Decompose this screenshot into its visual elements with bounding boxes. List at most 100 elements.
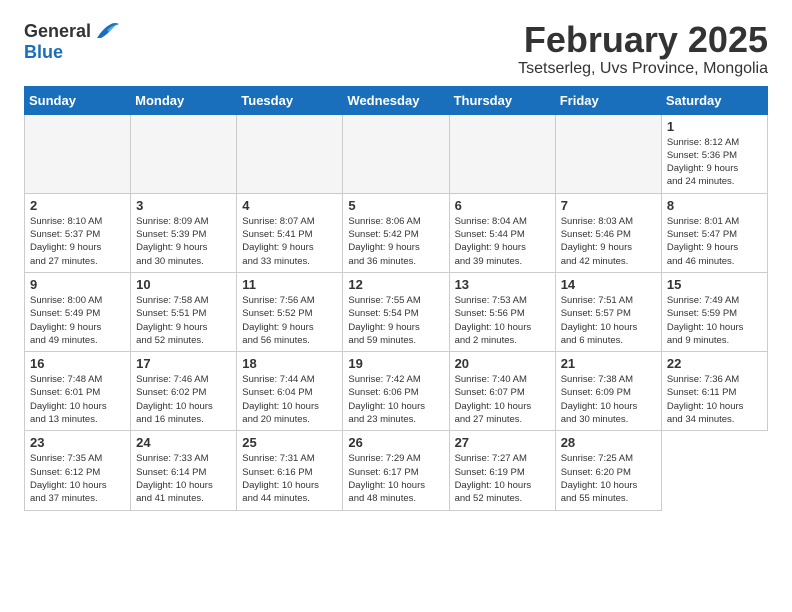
calendar-day-24: 24 Sunrise: 7:33 AM Sunset: 6:14 PM Dayli… (131, 431, 237, 510)
calendar-day-8: 8Sunrise: 8:01 AM Sunset: 5:47 PM Daylig… (661, 193, 767, 272)
calendar-day-empty (237, 114, 343, 193)
weekday-header-sunday: Sunday (25, 86, 131, 114)
calendar-day-empty (343, 114, 449, 193)
day-info: Sunrise: 7:31 AM Sunset: 6:16 PM Dayligh… (242, 452, 337, 505)
calendar-day-13: 13 Sunrise: 7:53 AM Sunset: 5:56 PM Dayli… (449, 272, 555, 351)
calendar-day-12: 12 Sunrise: 7:55 AM Sunset: 5:54 PM Dayli… (343, 272, 449, 351)
day-info: Sunrise: 7:29 AM Sunset: 6:17 PM Dayligh… (348, 452, 443, 505)
calendar-day-21: 21 Sunrise: 7:38 AM Sunset: 6:09 PM Dayli… (555, 352, 661, 431)
page-header: General Blue February 2025 Tsetserleg, U… (24, 20, 768, 78)
day-number: 25 (242, 435, 337, 450)
day-number: 18 (242, 356, 337, 371)
calendar-day-7: 7 Sunrise: 8:03 AM Sunset: 5:46 PM Daylig… (555, 193, 661, 272)
logo: General Blue (24, 20, 121, 63)
calendar-week-row: 16 Sunrise: 7:48 AM Sunset: 6:01 PM Dayli… (25, 352, 768, 431)
day-info: Sunrise: 7:56 AM Sunset: 5:52 PM Dayligh… (242, 294, 337, 347)
weekday-header-thursday: Thursday (449, 86, 555, 114)
day-number: 27 (455, 435, 550, 450)
calendar-day-15: 15 Sunrise: 7:49 AM Sunset: 5:59 PM Dayli… (661, 272, 767, 351)
calendar-header-row: SundayMondayTuesdayWednesdayThursdayFrid… (25, 86, 768, 114)
calendar-day-3: 3Sunrise: 8:09 AM Sunset: 5:39 PM Daylig… (131, 193, 237, 272)
day-info: Sunrise: 7:25 AM Sunset: 6:20 PM Dayligh… (561, 452, 656, 505)
day-info: Sunrise: 7:51 AM Sunset: 5:57 PM Dayligh… (561, 294, 656, 347)
calendar-day-20: 20 Sunrise: 7:40 AM Sunset: 6:07 PM Dayli… (449, 352, 555, 431)
day-info: Sunrise: 7:35 AM Sunset: 6:12 PM Dayligh… (30, 452, 125, 505)
day-number: 16 (30, 356, 125, 371)
day-info: Sunrise: 8:04 AM Sunset: 5:44 PM Dayligh… (455, 215, 550, 268)
day-number: 17 (136, 356, 231, 371)
day-info: Sunrise: 7:40 AM Sunset: 6:07 PM Dayligh… (455, 373, 550, 426)
day-number: 14 (561, 277, 656, 292)
day-info: Sunrise: 7:33 AM Sunset: 6:14 PM Dayligh… (136, 452, 231, 505)
day-info: Sunrise: 7:36 AM Sunset: 6:11 PM Dayligh… (667, 373, 762, 426)
day-info: Sunrise: 7:55 AM Sunset: 5:54 PM Dayligh… (348, 294, 443, 347)
day-info: Sunrise: 7:53 AM Sunset: 5:56 PM Dayligh… (455, 294, 550, 347)
day-number: 21 (561, 356, 656, 371)
day-info: Sunrise: 7:27 AM Sunset: 6:19 PM Dayligh… (455, 452, 550, 505)
day-info: Sunrise: 7:58 AM Sunset: 5:51 PM Dayligh… (136, 294, 231, 347)
calendar-day-empty (25, 114, 131, 193)
day-number: 23 (30, 435, 125, 450)
calendar-day-empty (131, 114, 237, 193)
day-number: 22 (667, 356, 762, 371)
weekday-header-saturday: Saturday (661, 86, 767, 114)
day-number: 19 (348, 356, 443, 371)
calendar-week-row: 2Sunrise: 8:10 AM Sunset: 5:37 PM Daylig… (25, 193, 768, 272)
calendar-day-16: 16 Sunrise: 7:48 AM Sunset: 6:01 PM Dayli… (25, 352, 131, 431)
calendar-day-18: 18 Sunrise: 7:44 AM Sunset: 6:04 PM Dayli… (237, 352, 343, 431)
day-number: 13 (455, 277, 550, 292)
day-info: Sunrise: 8:09 AM Sunset: 5:39 PM Dayligh… (136, 215, 231, 268)
weekday-header-monday: Monday (131, 86, 237, 114)
calendar-day-14: 14 Sunrise: 7:51 AM Sunset: 5:57 PM Dayli… (555, 272, 661, 351)
calendar-table: SundayMondayTuesdayWednesdayThursdayFrid… (24, 86, 768, 511)
calendar-day-10: 10Sunrise: 7:58 AM Sunset: 5:51 PM Dayli… (131, 272, 237, 351)
logo-bird-icon (93, 20, 121, 42)
day-number: 8 (667, 198, 762, 213)
day-number: 1 (667, 119, 762, 134)
day-number: 4 (242, 198, 337, 213)
calendar-day-4: 4 Sunrise: 8:07 AM Sunset: 5:41 PM Daylig… (237, 193, 343, 272)
calendar-day-17: 17 Sunrise: 7:46 AM Sunset: 6:02 PM Dayli… (131, 352, 237, 431)
day-info: Sunrise: 7:48 AM Sunset: 6:01 PM Dayligh… (30, 373, 125, 426)
calendar-day-empty (449, 114, 555, 193)
calendar-day-19: 19 Sunrise: 7:42 AM Sunset: 6:06 PM Dayli… (343, 352, 449, 431)
calendar-week-row: 9 Sunrise: 8:00 AM Sunset: 5:49 PM Daylig… (25, 272, 768, 351)
day-number: 12 (348, 277, 443, 292)
day-number: 9 (30, 277, 125, 292)
calendar-day-5: 5Sunrise: 8:06 AM Sunset: 5:42 PM Daylig… (343, 193, 449, 272)
weekday-header-friday: Friday (555, 86, 661, 114)
calendar-day-2: 2Sunrise: 8:10 AM Sunset: 5:37 PM Daylig… (25, 193, 131, 272)
day-number: 26 (348, 435, 443, 450)
logo-blue: Blue (24, 42, 63, 62)
day-info: Sunrise: 8:00 AM Sunset: 5:49 PM Dayligh… (30, 294, 125, 347)
weekday-header-tuesday: Tuesday (237, 86, 343, 114)
day-info: Sunrise: 8:03 AM Sunset: 5:46 PM Dayligh… (561, 215, 656, 268)
day-info: Sunrise: 8:12 AM Sunset: 5:36 PM Dayligh… (667, 136, 762, 189)
calendar-day-25: 25 Sunrise: 7:31 AM Sunset: 6:16 PM Dayli… (237, 431, 343, 510)
day-number: 7 (561, 198, 656, 213)
calendar-day-9: 9 Sunrise: 8:00 AM Sunset: 5:49 PM Daylig… (25, 272, 131, 351)
location-title: Tsetserleg, Uvs Province, Mongolia (518, 60, 768, 78)
day-info: Sunrise: 8:07 AM Sunset: 5:41 PM Dayligh… (242, 215, 337, 268)
day-number: 15 (667, 277, 762, 292)
calendar-day-27: 27 Sunrise: 7:27 AM Sunset: 6:19 PM Dayli… (449, 431, 555, 510)
calendar-day-11: 11Sunrise: 7:56 AM Sunset: 5:52 PM Dayli… (237, 272, 343, 351)
day-info: Sunrise: 7:46 AM Sunset: 6:02 PM Dayligh… (136, 373, 231, 426)
day-info: Sunrise: 7:38 AM Sunset: 6:09 PM Dayligh… (561, 373, 656, 426)
day-info: Sunrise: 7:49 AM Sunset: 5:59 PM Dayligh… (667, 294, 762, 347)
calendar-day-26: 26 Sunrise: 7:29 AM Sunset: 6:17 PM Dayli… (343, 431, 449, 510)
calendar-week-row: 23 Sunrise: 7:35 AM Sunset: 6:12 PM Dayli… (25, 431, 768, 510)
calendar-body: 1 Sunrise: 8:12 AM Sunset: 5:36 PM Daylig… (25, 114, 768, 510)
day-info: Sunrise: 7:44 AM Sunset: 6:04 PM Dayligh… (242, 373, 337, 426)
day-number: 5 (348, 198, 443, 213)
day-number: 20 (455, 356, 550, 371)
day-info: Sunrise: 8:10 AM Sunset: 5:37 PM Dayligh… (30, 215, 125, 268)
day-number: 24 (136, 435, 231, 450)
calendar-day-1: 1 Sunrise: 8:12 AM Sunset: 5:36 PM Daylig… (661, 114, 767, 193)
calendar-day-empty (555, 114, 661, 193)
day-info: Sunrise: 7:42 AM Sunset: 6:06 PM Dayligh… (348, 373, 443, 426)
weekday-header-wednesday: Wednesday (343, 86, 449, 114)
month-title: February 2025 (518, 20, 768, 60)
day-number: 28 (561, 435, 656, 450)
calendar-week-row: 1 Sunrise: 8:12 AM Sunset: 5:36 PM Daylig… (25, 114, 768, 193)
